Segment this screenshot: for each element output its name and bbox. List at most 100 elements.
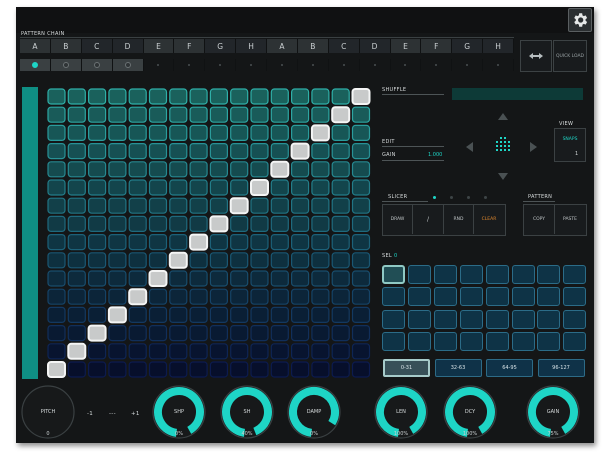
sequencer-step[interactable]	[87, 306, 107, 323]
sequencer-step[interactable]	[230, 252, 249, 269]
sequencer-step[interactable]	[291, 361, 310, 378]
sequencer-step[interactable]	[108, 270, 127, 287]
chain-letter[interactable]: E	[143, 39, 175, 53]
sequencer-step-active[interactable]	[331, 106, 351, 124]
sequencer-step[interactable]	[230, 288, 249, 305]
sequencer-step[interactable]	[169, 325, 188, 342]
sequencer-step[interactable]	[270, 88, 289, 105]
sequencer-step[interactable]	[148, 361, 168, 378]
sequencer-step[interactable]	[270, 270, 289, 287]
sequencer-step[interactable]	[87, 361, 107, 378]
sequencer-step[interactable]	[250, 215, 269, 232]
sequencer-step[interactable]	[291, 124, 310, 142]
sequencer-step[interactable]	[230, 234, 249, 251]
sequencer-step[interactable]	[148, 106, 168, 123]
sequencer-step[interactable]	[270, 106, 289, 123]
sequencer-step[interactable]	[67, 270, 86, 287]
sample-pad[interactable]	[485, 331, 509, 351]
sequencer-step[interactable]	[67, 252, 86, 269]
sequencer-step[interactable]	[351, 270, 371, 287]
sequencer-step[interactable]	[169, 215, 188, 232]
sample-pad[interactable]	[433, 265, 457, 284]
chain-letter[interactable]: B	[50, 39, 82, 53]
sequencer-step[interactable]	[331, 270, 350, 287]
sequencer-step[interactable]	[169, 234, 188, 251]
knob-pitch[interactable]: PITCH 0	[18, 382, 78, 442]
sequencer-step[interactable]	[108, 179, 127, 196]
sequencer-step[interactable]	[250, 161, 269, 178]
sequencer-step[interactable]	[148, 124, 168, 142]
sequencer-step[interactable]	[291, 179, 310, 196]
sequencer-step-active[interactable]	[310, 124, 330, 142]
sequencer-step[interactable]	[108, 288, 127, 305]
chain-slot[interactable]	[20, 59, 51, 71]
sequencer-step[interactable]	[128, 215, 147, 232]
sequencer-step[interactable]	[311, 252, 330, 269]
chain-letter[interactable]: C	[328, 39, 360, 53]
sequencer-step[interactable]	[270, 234, 289, 251]
sequencer-step[interactable]	[250, 361, 269, 378]
sequencer-step[interactable]	[148, 197, 168, 214]
sequencer-step[interactable]	[291, 234, 310, 251]
sequencer-step[interactable]	[128, 361, 147, 378]
sequencer-step[interactable]	[87, 106, 107, 123]
sample-pad[interactable]	[511, 265, 535, 284]
sequencer-step[interactable]	[47, 88, 66, 105]
sequencer-step[interactable]	[230, 179, 249, 196]
sequencer-step[interactable]	[331, 325, 350, 342]
sequencer-step[interactable]	[148, 325, 168, 342]
sequencer-step[interactable]	[230, 142, 249, 160]
sequencer-step[interactable]	[189, 288, 208, 305]
sequencer-step[interactable]	[250, 106, 269, 123]
sequencer-step[interactable]	[209, 288, 228, 305]
sequencer-step[interactable]	[189, 142, 208, 160]
sequencer-step[interactable]	[331, 361, 350, 378]
sequencer-step[interactable]	[189, 361, 208, 378]
nav-right-button[interactable]	[530, 142, 537, 152]
sequencer-step[interactable]	[189, 252, 208, 269]
knob-sh[interactable]: SH 40%	[217, 382, 277, 442]
sample-pad[interactable]	[537, 331, 561, 351]
sequencer-step[interactable]	[67, 124, 86, 142]
sequencer-step[interactable]	[230, 343, 249, 360]
sample-pad[interactable]	[382, 331, 405, 351]
quick-load-button[interactable]: QUICK LOAD	[553, 40, 587, 72]
slicer-page-dot[interactable]	[484, 196, 487, 199]
sequencer-step[interactable]	[67, 197, 86, 214]
sequencer-step[interactable]	[209, 325, 228, 342]
sequencer-step[interactable]	[169, 306, 188, 323]
chain-letter[interactable]: H	[483, 39, 514, 53]
sequencer-step[interactable]	[250, 88, 269, 105]
slicer-page-dot[interactable]	[467, 196, 470, 199]
sequencer-step[interactable]	[128, 252, 147, 269]
sequencer-step[interactable]	[189, 343, 208, 360]
sequencer-step[interactable]	[250, 325, 269, 342]
sequencer-step[interactable]	[169, 142, 188, 160]
sequencer-step[interactable]	[230, 106, 249, 123]
sequencer-step[interactable]	[311, 288, 330, 305]
sequencer-step[interactable]	[291, 343, 310, 360]
chain-letter[interactable]: A	[267, 39, 298, 53]
sequencer-step[interactable]	[87, 88, 107, 105]
sequencer-step[interactable]	[351, 142, 371, 160]
sequencer-step[interactable]	[250, 343, 269, 360]
chain-slot[interactable]	[483, 59, 514, 71]
sample-pad[interactable]	[485, 309, 509, 329]
sequencer-step[interactable]	[189, 270, 208, 287]
sequencer-step[interactable]	[47, 252, 66, 269]
sequencer-step[interactable]	[311, 234, 330, 251]
sequencer-step[interactable]	[47, 106, 66, 123]
settings-button[interactable]	[568, 8, 592, 32]
sequencer-step[interactable]	[230, 161, 249, 178]
sequencer-step[interactable]	[291, 88, 310, 105]
sequencer-step[interactable]	[189, 306, 208, 323]
sequencer-step[interactable]	[230, 215, 249, 232]
sequencer-step[interactable]	[87, 288, 107, 305]
sequencer-step-active[interactable]	[290, 142, 310, 160]
sequencer-step[interactable]	[311, 270, 330, 287]
sequencer-step[interactable]	[331, 343, 350, 360]
bank-button[interactable]: 0-31	[383, 359, 430, 377]
sequencer-step[interactable]	[311, 161, 330, 178]
sequencer-step[interactable]	[148, 161, 168, 178]
sample-pad[interactable]	[459, 265, 483, 284]
